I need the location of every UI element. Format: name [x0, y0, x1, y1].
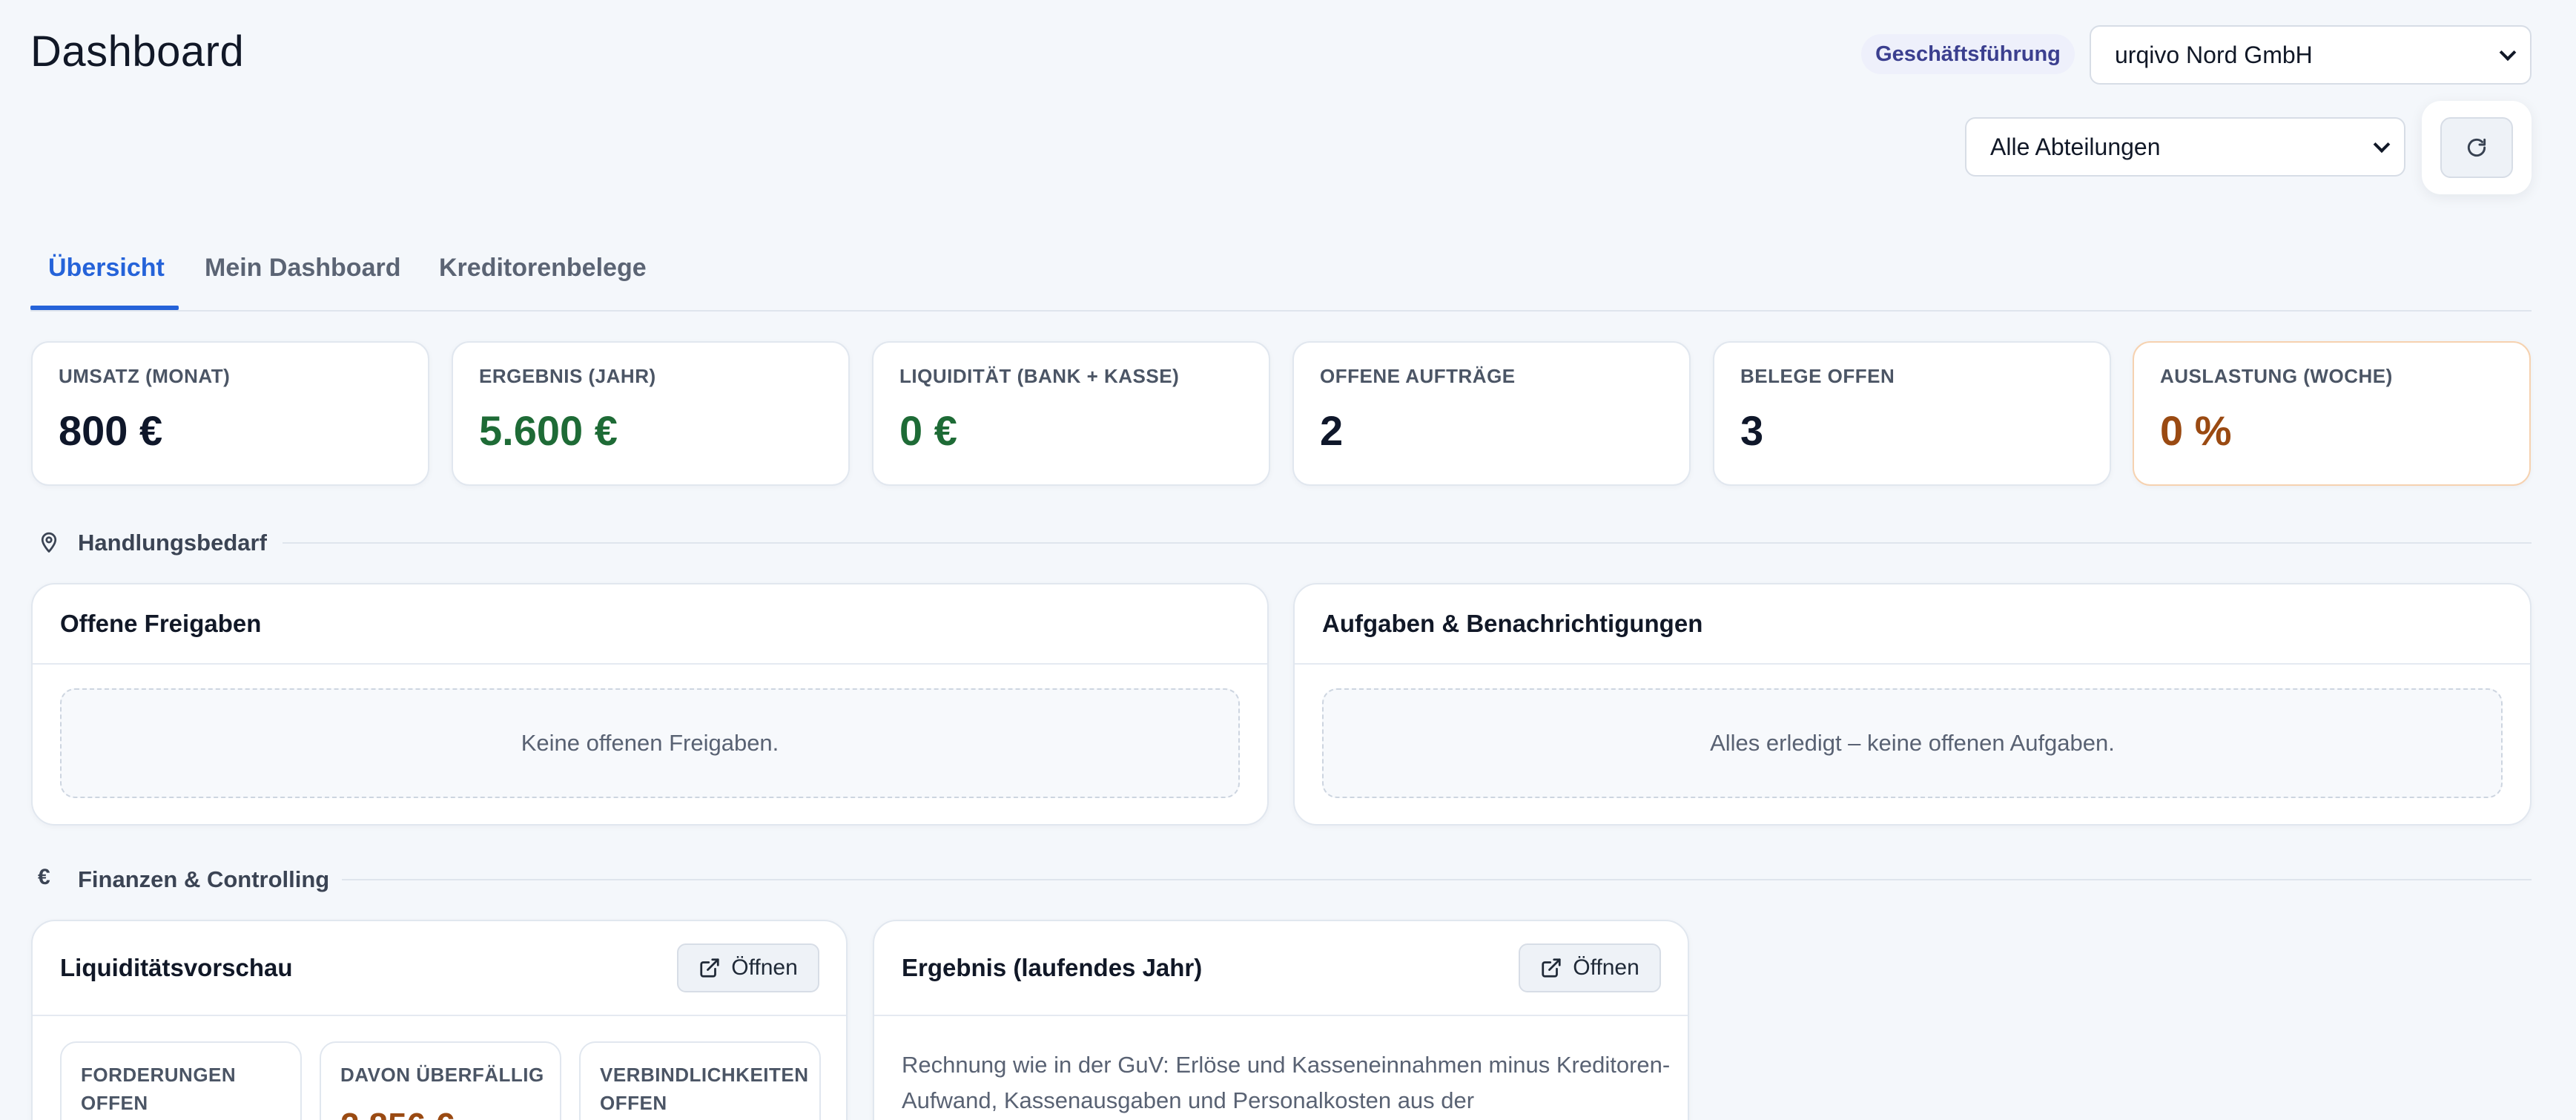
panel-divider [33, 1015, 846, 1016]
company-select[interactable]: urqivo Nord GmbH [2090, 25, 2532, 85]
kpi-card-auslastung[interactable]: AUSLASTUNG (WOCHE) 0 % [2133, 341, 2531, 486]
kpi-label: UMSATZ (MONAT) [59, 365, 231, 387]
kpi-card-umsatz[interactable]: UMSATZ (MONAT) 800 € [31, 341, 429, 486]
refresh-icon [2467, 138, 2486, 157]
open-button[interactable]: Öffnen [1519, 943, 1661, 992]
ergebnis-description: Rechnung wie in der GuV: Erlöse und Kass… [902, 1052, 1671, 1113]
empty-state: Alles erledigt – keine offenen Aufgaben. [1322, 688, 2503, 798]
metric-label: DAVON ÜBERFÄLLIG [340, 1064, 544, 1086]
panel-title: Aufgaben & Benachrichtigungen [1322, 610, 1703, 637]
chevron-down-icon [2499, 44, 2517, 62]
kpi-value: 2 [1320, 407, 1344, 454]
kpi-value: 3 [1740, 407, 1764, 454]
kpi-value: 0 % [2160, 407, 2232, 454]
external-link-icon [700, 958, 719, 978]
kpi-label: BELEGE OFFEN [1740, 365, 1895, 387]
metric-ueberfaellig: DAVON ÜBERFÄLLIG 2.856 € [320, 1041, 561, 1120]
metric-value: 2.856 € [340, 1105, 454, 1120]
section-header-handlungsbedarf: Handlungsbedarf [30, 524, 2532, 561]
panel-aufgaben: Aufgaben & Benachrichtigungen Alles erle… [1293, 583, 2532, 826]
section-divider [283, 542, 2532, 544]
department-select-value: Alle Abteilungen [1990, 133, 2161, 160]
metric-forderungen: FORDERUNGEN OFFEN [60, 1041, 302, 1120]
open-button-label: Öffnen [731, 955, 798, 980]
panel-title: Liquiditätsvorschau [60, 954, 293, 981]
kpi-card-ergebnis[interactable]: ERGEBNIS (JAHR) 5.600 € [452, 341, 850, 486]
section-title: Finanzen & Controlling [78, 866, 348, 893]
kpi-label: AUSLASTUNG (WOCHE) [2160, 365, 2393, 387]
panel-title: Offene Freigaben [60, 610, 262, 637]
panel-divider [33, 663, 1267, 665]
tab-mein-dashboard[interactable]: Mein Dashboard [205, 254, 400, 283]
panel-title: Ergebnis (laufendes Jahr) [902, 954, 1203, 981]
kpi-label: OFFENE AUFTRÄGE [1320, 365, 1516, 387]
open-button-label: Öffnen [1573, 955, 1639, 980]
refresh-container [2422, 101, 2532, 194]
department-select[interactable]: Alle Abteilungen [1965, 117, 2405, 177]
tab-uebersicht[interactable]: Übersicht [48, 254, 165, 283]
chevron-down-icon [2373, 136, 2391, 154]
company-select-value: urqivo Nord GmbH [2115, 41, 2313, 68]
kpi-value: 5.600 € [479, 407, 618, 454]
tab-kreditorenbelege[interactable]: Kreditorenbelege [439, 254, 647, 283]
panel-offene-freigaben: Offene Freigaben Keine offenen Freigaben… [31, 583, 1269, 826]
panel-divider [1295, 663, 2530, 665]
metric-verbindlichkeiten: VERBINDLICHKEITEN OFFEN [579, 1041, 821, 1120]
kpi-value: 800 € [59, 407, 163, 454]
empty-state: Keine offenen Freigaben. [60, 688, 1240, 798]
kpi-label: LIQUIDITÄT (BANK + KASSE) [899, 365, 1180, 387]
section-header-finanzen: € Finanzen & Controlling [30, 860, 2532, 897]
active-tab-indicator [30, 306, 179, 310]
panel-liquiditaetsvorschau: Liquiditätsvorschau Öffnen FORDERUNGEN O… [31, 920, 848, 1120]
panel-ergebnis: Ergebnis (laufendes Jahr) Öffnen Rechnun… [873, 920, 1689, 1120]
kpi-value: 0 € [899, 407, 957, 454]
kpi-card-belege-offen[interactable]: BELEGE OFFEN 3 [1713, 341, 2111, 486]
section-divider [342, 879, 2532, 880]
metric-label: FORDERUNGEN OFFEN [81, 1064, 237, 1114]
kpi-card-liquiditaet[interactable]: LIQUIDITÄT (BANK + KASSE) 0 € [872, 341, 1270, 486]
refresh-button[interactable] [2440, 117, 2513, 178]
open-button[interactable]: Öffnen [677, 943, 819, 992]
tab-bar: Übersicht Mein Dashboard Kreditorenbeleg… [30, 245, 2532, 312]
panel-divider [874, 1015, 1688, 1016]
role-badge: Geschäftsführung [1861, 34, 2075, 74]
map-pin-icon [41, 532, 57, 553]
kpi-label: ERGEBNIS (JAHR) [479, 365, 656, 387]
kpi-card-offene-auftraege[interactable]: OFFENE AUFTRÄGE 2 [1292, 341, 1691, 486]
euro-icon: € [38, 865, 50, 889]
metric-label: VERBINDLICHKEITEN OFFEN [600, 1064, 809, 1114]
section-title: Handlungsbedarf [78, 530, 285, 556]
external-link-icon [1542, 958, 1561, 978]
page-title: Dashboard [30, 27, 245, 76]
